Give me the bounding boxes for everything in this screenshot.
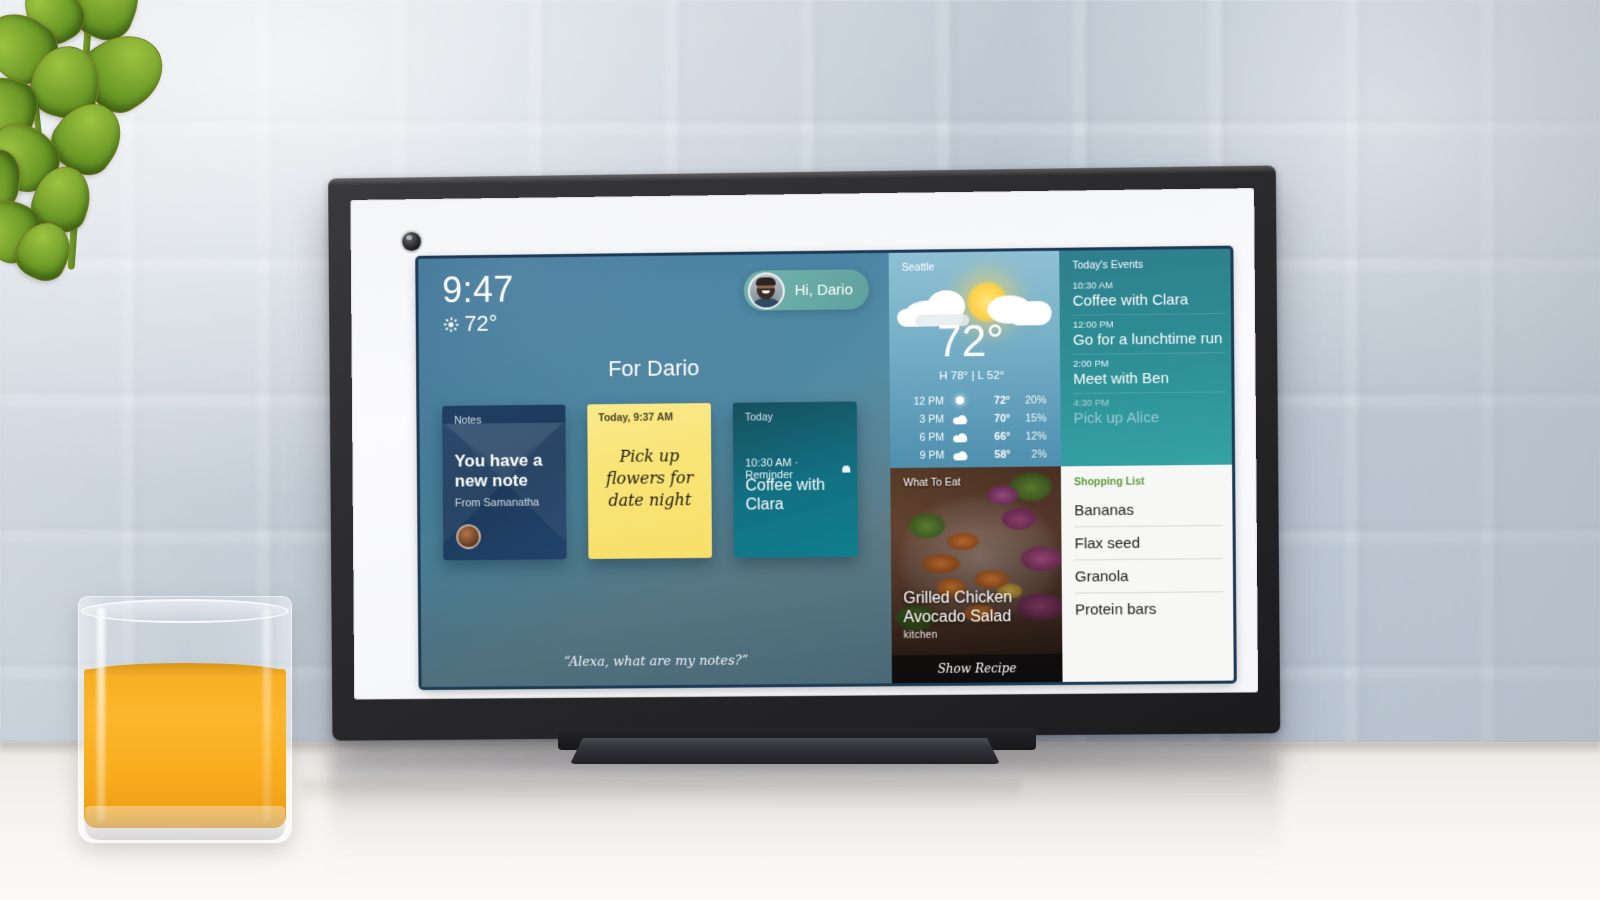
hour-temp: 66° <box>994 430 1011 443</box>
note-card[interactable]: Notes You have a new note From Samanatha <box>442 404 567 561</box>
kitchen-scene: 9:47 72° Hi, Dario For Dario Notes You h… <box>0 0 1600 900</box>
page-title: For Dario <box>607 355 700 382</box>
jade-plant <box>0 0 210 289</box>
juice-surface <box>84 663 286 677</box>
hour-precip: 15% <box>1025 412 1047 425</box>
events-title: Today's Events <box>1072 258 1144 272</box>
event-name: Meet with Ben <box>1073 369 1169 388</box>
hour-time: 3 PM <box>919 413 945 426</box>
clock-widget[interactable]: 9:47 72° <box>442 268 514 336</box>
event-time: 12:00 PM <box>1072 319 1114 331</box>
greeting-pill[interactable]: Hi, Dario <box>743 269 869 311</box>
partly-cloudy-icon <box>944 449 976 461</box>
widget-column: Seattle 72° H 78° | L 52° 12 PM 72° 20% … <box>888 248 1234 684</box>
glass-rim <box>81 599 289 623</box>
list-item[interactable]: Granola <box>1074 559 1223 594</box>
reminder-card-kicker: Today <box>744 411 773 424</box>
weather-high-low: H 78° | L 52° <box>939 369 1005 383</box>
camera-lens-icon <box>402 231 422 252</box>
hour-time: 12 PM <box>913 395 944 408</box>
event-name: Go for a lunchtime run <box>1072 330 1223 349</box>
recipe-title: Grilled Chicken Avocado Salad <box>903 589 1013 627</box>
partly-cloudy-icon <box>944 431 976 443</box>
orange-juice-glass <box>78 596 292 843</box>
event-item[interactable]: 4:30 PM Pick up Alice <box>1073 391 1226 433</box>
list-item[interactable]: Bananas <box>1074 492 1223 528</box>
weather-hour-row: 9 PM 58° 2% <box>906 445 1051 465</box>
event-item[interactable]: 12:00 PM Go for a lunchtime run <box>1072 312 1226 354</box>
event-item[interactable]: 10:30 AM Coffee with Clara <box>1072 275 1224 315</box>
note-card-sender: From Samanatha <box>454 496 540 510</box>
sun-icon <box>443 316 459 332</box>
list-item[interactable]: Flax seed <box>1074 525 1223 561</box>
hour-time: 9 PM <box>919 449 945 462</box>
event-time: 10:30 AM <box>1072 280 1113 292</box>
home-panel: 9:47 72° Hi, Dario For Dario Notes You h… <box>418 252 892 688</box>
bell-icon <box>842 464 849 473</box>
sticky-note-text: Pick up flowers for date night <box>605 446 694 510</box>
clock-temperature: 72° <box>464 310 498 336</box>
weather-widget[interactable]: Seattle 72° H 78° | L 52° 12 PM 72° 20% … <box>888 250 1061 469</box>
wall-right-shadow <box>1340 0 1600 800</box>
sender-avatar <box>455 524 482 550</box>
recipe-kicker: What To Eat <box>903 476 961 489</box>
shopping-list-widget[interactable]: Shopping List Bananas Flax seed Granola … <box>1060 464 1234 682</box>
hour-time: 6 PM <box>919 431 945 444</box>
event-item[interactable]: 2:00 PM Meet with Ben <box>1073 352 1226 394</box>
glass-highlight-left <box>97 607 105 822</box>
voice-hint: “Alexa, what are my notes?” <box>563 653 749 670</box>
event-time: 2:00 PM <box>1073 358 1109 370</box>
shopping-list-items: Bananas Flax seed Granola Protein bars <box>1074 492 1223 626</box>
event-time: 4:30 PM <box>1073 397 1110 410</box>
weather-hourly-list: 12 PM 72° 20% 3 PM 70° 15% 6 PM 66° 12% … <box>906 391 1051 465</box>
events-list: 10:30 AM Coffee with Clara 12:00 PM Go f… <box>1072 275 1226 433</box>
sticky-note-timestamp: Today, 9:37 AM <box>598 411 674 425</box>
clock-time: 9:47 <box>442 268 514 311</box>
reminder-card-title: Coffee with Clara <box>745 476 826 514</box>
glass-highlight-right <box>263 607 271 822</box>
greeting-text: Hi, Dario <box>794 280 853 299</box>
display-screen[interactable]: 9:47 72° Hi, Dario For Dario Notes You h… <box>418 248 1234 688</box>
hour-precip: 12% <box>1025 430 1047 443</box>
hour-temp: 58° <box>994 448 1011 462</box>
show-recipe-button[interactable]: Show Recipe <box>891 653 1063 684</box>
note-card-kicker: Notes <box>454 414 482 427</box>
weather-hour-row: 6 PM 66° 12% <box>906 427 1051 447</box>
recipe-widget[interactable]: What To Eat Grilled Chicken Avocado Sala… <box>890 466 1063 684</box>
card-carousel: Notes You have a new note From Samanatha… <box>442 401 858 561</box>
smart-display-device: 9:47 72° Hi, Dario For Dario Notes You h… <box>328 165 1281 764</box>
weather-city: Seattle <box>901 261 935 274</box>
hour-precip: 2% <box>1031 448 1047 461</box>
weather-current-temp: 72° <box>936 316 1005 367</box>
sticky-note-card[interactable]: Today, 9:37 AM Pick up flowers for date … <box>587 403 713 560</box>
device-stand-foot <box>570 738 1000 764</box>
weather-hour-row: 12 PM 72° 20% <box>906 391 1051 411</box>
reminder-card[interactable]: Today 10:30 AM · Reminder Coffee with Cl… <box>732 401 858 558</box>
hour-precip: 20% <box>1025 394 1047 407</box>
device-front-panel: 9:47 72° Hi, Dario For Dario Notes You h… <box>350 188 1259 700</box>
partly-cloudy-icon <box>944 413 976 425</box>
event-name: Pick up Alice <box>1073 409 1160 428</box>
weather-hour-row: 3 PM 70° 15% <box>906 409 1051 429</box>
hour-temp: 70° <box>994 412 1011 425</box>
user-avatar <box>747 271 785 310</box>
recipe-source: kitchen <box>903 629 938 642</box>
glass-base <box>85 806 285 840</box>
hour-temp: 72° <box>994 394 1011 407</box>
list-item[interactable]: Protein bars <box>1075 592 1223 625</box>
note-card-headline: You have a new note <box>454 450 543 491</box>
juice-liquid <box>84 669 286 828</box>
sun-icon <box>944 395 976 407</box>
shopping-list-title: Shopping List <box>1074 475 1145 489</box>
event-name: Coffee with Clara <box>1072 291 1189 310</box>
events-widget[interactable]: Today's Events 10:30 AM Coffee with Clar… <box>1059 248 1233 467</box>
